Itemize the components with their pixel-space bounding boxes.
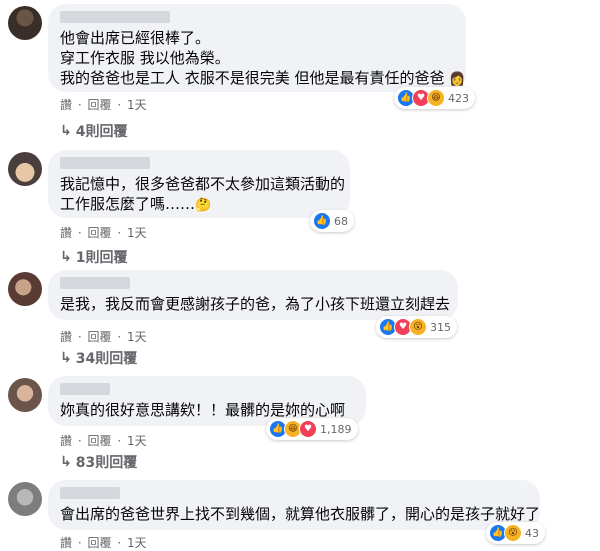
like-link[interactable]: 讚 [60, 536, 72, 550]
reaction-summary[interactable]: 👍 😆 ♥ 1,189 [266, 418, 358, 440]
reply-link[interactable]: 回覆 [88, 226, 112, 240]
timestamp[interactable]: 1天 [127, 536, 147, 550]
comment-text-line: 妳真的很好意思講欸！！最髒的是妳的心啊 [60, 401, 346, 419]
avatar[interactable] [8, 152, 42, 186]
comment-bubble: 他會出席已經很棒了。 穿工作衣服 我以他為榮。 我的爸爸也是工人 衣服不是很完美… [48, 4, 466, 92]
reply-arrow-icon: ↳ [60, 454, 72, 470]
avatar[interactable] [8, 6, 42, 40]
comment-actions: 讚 · 回覆 · 1天 [60, 534, 149, 551]
like-link[interactable]: 讚 [60, 330, 72, 344]
avatar[interactable] [8, 482, 42, 516]
reaction-count: 1,189 [320, 422, 352, 436]
replies-count: 4則回覆 [75, 124, 128, 140]
separator: · [117, 98, 122, 112]
avatar[interactable] [8, 272, 42, 306]
comment-text-line: 會出席的爸爸世界上找不到幾個，就算他衣服髒了，開心的是孩子就好了 [60, 505, 541, 523]
timestamp[interactable]: 1天 [127, 434, 147, 448]
reply-link[interactable]: 回覆 [88, 330, 112, 344]
author-name-redacted[interactable] [60, 277, 130, 289]
author-name-redacted[interactable] [60, 383, 110, 395]
comment-text-line: 穿工作衣服 我以他為榮。 [60, 49, 230, 67]
separator: · [77, 434, 82, 448]
separator: · [117, 330, 122, 344]
author-name-redacted[interactable] [60, 11, 170, 23]
reaction-count: 315 [430, 320, 451, 334]
reply-arrow-icon: ↳ [60, 350, 72, 366]
view-replies[interactable]: ↳ 1則回覆 [60, 247, 127, 267]
comment-text-line: 工作服怎麼了嗎……🤔 [60, 194, 211, 216]
separator: · [117, 226, 122, 240]
timestamp[interactable]: 1天 [127, 226, 147, 240]
wow-reaction-icon: 😮 [409, 318, 427, 336]
replies-count: 1則回覆 [75, 250, 128, 266]
separator: · [117, 536, 122, 550]
replies-count: 83則回覆 [75, 455, 138, 471]
reaction-summary[interactable]: 👍 ♥ 😆 423 [394, 87, 475, 109]
comment-text-line: 是我，我反而會更感謝孩子的爸，為了小孩下班還立刻趕去 [60, 295, 451, 313]
author-name-redacted[interactable] [60, 487, 120, 499]
comment-text: 我的爸爸也是工人 衣服不是很完美 但他是最有責任的爸爸 [60, 69, 445, 87]
like-link[interactable]: 讚 [60, 434, 72, 448]
timestamp[interactable]: 1天 [127, 98, 147, 112]
comment-actions: 讚 · 回覆 · 1天 [60, 328, 149, 345]
author-name-redacted[interactable] [60, 157, 150, 169]
reply-link[interactable]: 回覆 [88, 434, 112, 448]
replies-count: 34則回覆 [75, 351, 138, 367]
haha-reaction-icon: 😆 [427, 89, 445, 107]
reply-arrow-icon: ↳ [60, 123, 72, 139]
comment-text-line: 我記憶中，很多爸爸都不太參加這類活動的 [60, 175, 346, 193]
view-replies[interactable]: ↳ 83則回覆 [60, 452, 137, 472]
view-replies[interactable]: ↳ 34則回覆 [60, 348, 137, 368]
love-reaction-icon: ♥ [299, 420, 317, 438]
reaction-summary[interactable]: 👍 68 [310, 210, 354, 232]
reaction-summary[interactable]: 👍 ♥ 😮 315 [376, 316, 457, 338]
reaction-count: 43 [525, 526, 539, 540]
avatar[interactable] [8, 378, 42, 412]
separator: · [77, 536, 82, 550]
separator: · [117, 434, 122, 448]
like-link[interactable]: 讚 [60, 98, 72, 112]
reply-link[interactable]: 回覆 [88, 98, 112, 112]
timestamp[interactable]: 1天 [127, 330, 147, 344]
reaction-count: 423 [448, 91, 469, 105]
comment-bubble: 會出席的爸爸世界上找不到幾個，就算他衣服髒了，開心的是孩子就好了 [48, 480, 540, 530]
emoji: 👩 [449, 72, 466, 87]
wow-reaction-icon: 😮 [504, 524, 522, 542]
separator: · [77, 98, 82, 112]
comment-text: 工作服怎麼了嗎…… [60, 195, 196, 213]
reaction-summary[interactable]: 👍 😮 43 [486, 522, 545, 544]
like-reaction-icon: 👍 [313, 212, 331, 230]
comment-text-line: 他會出席已經很棒了。 [60, 29, 211, 47]
emoji: 🤔 [195, 198, 212, 213]
separator: · [77, 226, 82, 240]
comment-bubble: 我記憶中，很多爸爸都不太參加這類活動的 工作服怎麼了嗎……🤔 [48, 150, 350, 218]
reaction-count: 68 [334, 214, 348, 228]
comment-actions: 讚 · 回覆 · 1天 [60, 224, 149, 241]
reply-arrow-icon: ↳ [60, 249, 72, 265]
comment-actions: 讚 · 回覆 · 1天 [60, 432, 149, 449]
comment-actions: 讚 · 回覆 · 1天 [60, 96, 149, 113]
reply-link[interactable]: 回覆 [88, 536, 112, 550]
comment-bubble: 是我，我反而會更感謝孩子的爸，為了小孩下班還立刻趕去 [48, 270, 458, 320]
separator: · [77, 330, 82, 344]
like-link[interactable]: 讚 [60, 226, 72, 240]
view-replies[interactable]: ↳ 4則回覆 [60, 121, 127, 141]
